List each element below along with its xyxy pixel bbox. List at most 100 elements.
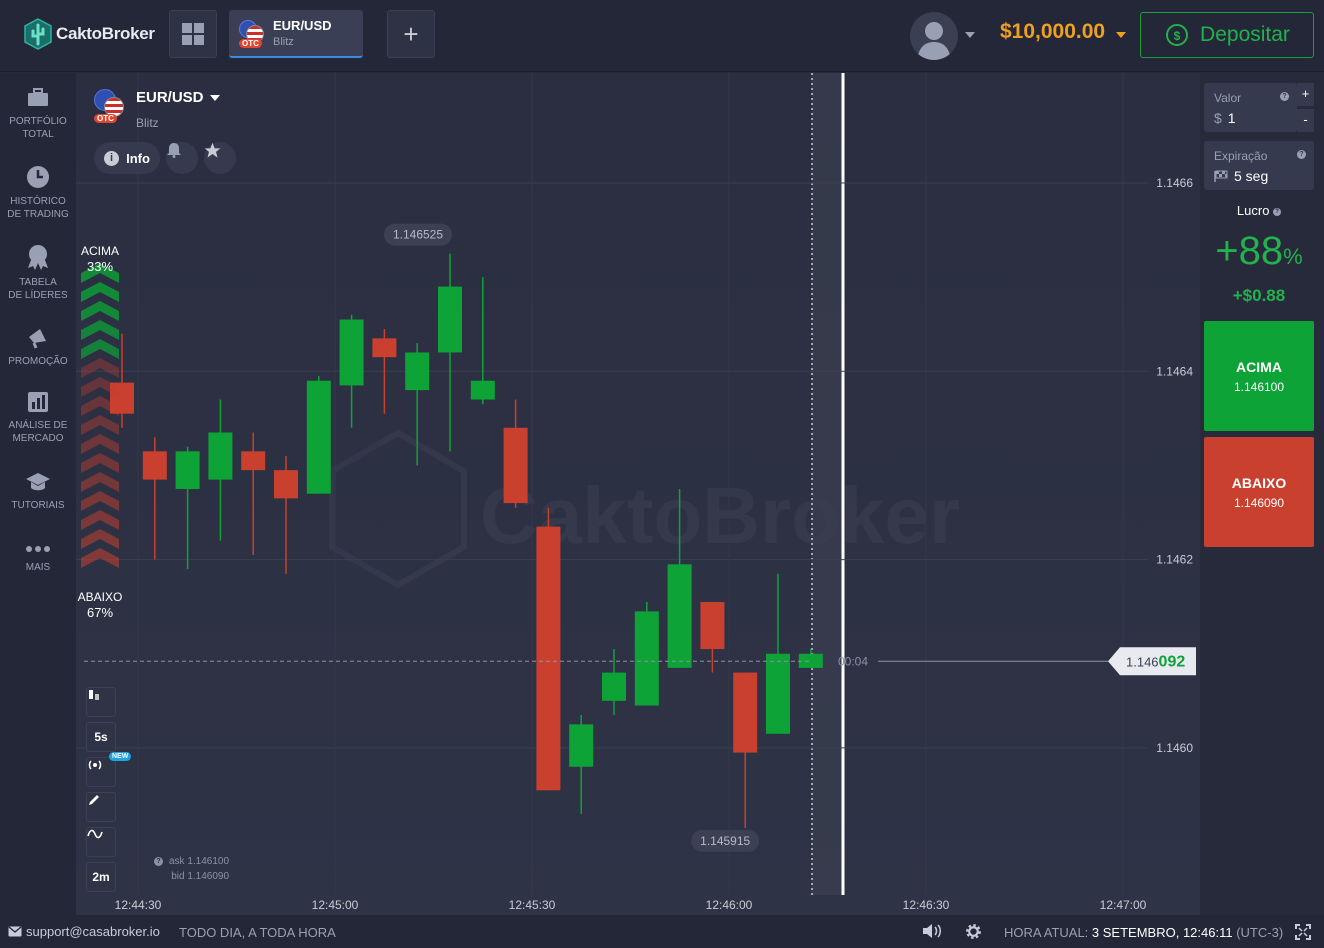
sentiment-up: ACIMA 33% [76, 243, 124, 275]
candle-body [142, 451, 167, 480]
amount-input-value[interactable]: 1 [1228, 110, 1236, 126]
profile-chevron-down-icon[interactable] [965, 32, 975, 38]
sentiment-up-label: ACIMA [80, 244, 119, 258]
sidebar-item-promotion[interactable]: PROMOÇÃO [0, 325, 76, 368]
x-tick-label: 12:45:00 [312, 898, 359, 912]
profit-help-icon[interactable]: ? [1273, 208, 1282, 216]
sidebar-item-leaderboard[interactable]: TABELA DE LÍDERES [0, 244, 76, 302]
alert-button[interactable] [166, 142, 198, 174]
drawing-tools-button[interactable] [86, 792, 116, 822]
sidebar-item-label: DE LÍDERES [8, 290, 68, 301]
expiry-zone [812, 73, 844, 895]
current-timezone: (UTC-3) [1236, 925, 1284, 940]
expiry-countdown: 00:04 [838, 654, 868, 668]
eurusd-flag-icon: OTC [239, 20, 265, 48]
support-email-link[interactable]: support@casabroker.io [8, 924, 160, 939]
clock-icon [27, 166, 49, 188]
chart-otc-badge: OTC [94, 114, 117, 123]
x-tick-label: 12:45:30 [509, 898, 556, 912]
expiry-help-icon[interactable]: ? [1297, 150, 1306, 159]
plus-icon: + [403, 18, 419, 49]
fullscreen-button[interactable] [1295, 924, 1311, 943]
signals-button[interactable]: NEW [86, 752, 132, 787]
balance-chevron-down-icon[interactable] [1116, 32, 1126, 38]
candlestick-chart[interactable]: CaktoBroker 1.14661.14641.14621.146012:4… [76, 73, 1200, 915]
sidebar-item-more[interactable]: MAIS [0, 543, 76, 574]
x-tick-label: 12:46:00 [706, 898, 753, 912]
profit-label: Lucro [1236, 203, 1270, 218]
y-tick-label: 1.1466 [1156, 176, 1193, 190]
sidebar-item-portfolio[interactable]: PORTFÓLIO TOTAL [0, 87, 76, 141]
add-asset-button[interactable]: + [387, 10, 435, 58]
account-balance[interactable]: $10,000.00 [1000, 20, 1105, 44]
avatar[interactable] [910, 12, 958, 60]
fullscreen-icon [1295, 924, 1311, 940]
favorite-button[interactable] [204, 142, 236, 174]
amount-label: Valor [1214, 91, 1242, 105]
deposit-button[interactable]: $ Depositar [1140, 12, 1314, 58]
support-email[interactable]: support@casabroker.io [26, 924, 160, 939]
expiry-value-row[interactable]: 5 seg [1214, 168, 1268, 184]
y-tick-label: 1.1460 [1156, 741, 1193, 755]
app-root: CaktoBroker OTC EUR/USD Blitz + $10,000.… [0, 0, 1324, 948]
info-icon: i [104, 150, 120, 166]
sound-toggle[interactable] [922, 923, 942, 942]
sidebar-item-history[interactable]: HISTÓRICO DE TRADING [0, 165, 76, 221]
more-dots-icon [26, 546, 50, 552]
briefcase-icon [28, 88, 48, 106]
price-chart[interactable]: CaktoBroker 1.1466 1.1464 1.1462 1.1460 12:4… [76, 73, 1200, 915]
amount-help-icon[interactable]: ? [1280, 92, 1289, 101]
expiry-value: 5 seg [1234, 168, 1269, 184]
sidebar-item-label: TABELA [19, 277, 57, 288]
amount-value[interactable]: $1 [1214, 110, 1236, 126]
star-icon [204, 142, 221, 158]
amount-decrease-button[interactable]: - [1297, 109, 1314, 132]
asset-tab-eurusd[interactable]: OTC EUR/USD Blitz [229, 10, 363, 58]
expiry-label: Expiração [1214, 149, 1268, 163]
current-time-value: 3 SETEMBRO, 12:46:11 [1091, 925, 1233, 940]
user-silhouette-icon [917, 22, 951, 60]
cactus-logo-icon [24, 18, 52, 50]
help-icon[interactable]: ? [154, 857, 163, 866]
amount-field[interactable]: Valor ? $1 [1204, 83, 1297, 132]
brand-logo[interactable]: CaktoBroker [24, 18, 155, 50]
chart-type-button[interactable] [86, 687, 116, 717]
chart-pair-chevron-down-icon[interactable] [209, 94, 220, 101]
indicators-button[interactable] [86, 827, 116, 857]
up-button-label: ACIMA [1236, 358, 1282, 375]
candle-body [536, 526, 561, 791]
x-tick-label: 12:46:30 [903, 898, 950, 912]
candle-body [306, 380, 331, 494]
deposit-label: Depositar [1200, 23, 1290, 46]
y-tick-label: 1.1464 [1156, 364, 1193, 378]
amount-increase-button[interactable]: + [1297, 83, 1314, 106]
down-button-price: 1.146090 [1233, 495, 1285, 510]
sentiment-down-pct: 67% [86, 605, 114, 620]
sidebar-item-label: ANÁLISE DE [8, 420, 68, 431]
current-time-label: HORA ATUAL: [1004, 925, 1089, 940]
low-price-label: 1.145915 [700, 834, 750, 848]
buy-up-button[interactable]: ACIMA 1.146100 [1204, 321, 1314, 431]
candle-body [241, 451, 266, 471]
finish-flag-icon [1214, 170, 1228, 182]
settings-button[interactable] [965, 923, 982, 943]
profit-header: Lucro ? [1204, 203, 1314, 218]
email-icon [8, 926, 22, 937]
zoom-button[interactable]: 2m [86, 862, 116, 892]
asset-grid-button[interactable] [169, 10, 217, 58]
info-button[interactable]: i Info [94, 142, 160, 174]
expiry-field[interactable]: Expiração ? 5 seg [1204, 141, 1314, 190]
profit-amount: +$0.88 [1232, 286, 1286, 305]
bid-quote: bid 1.146090 [171, 871, 230, 882]
chart-asset-header[interactable]: OTC EUR/USD Blitz [94, 89, 220, 130]
current-time: HORA ATUAL: 3 SETEMBRO, 12:46:11 (UTC-3) [1004, 925, 1283, 940]
sell-down-button[interactable]: ABAIXO 1.146090 [1204, 437, 1314, 547]
timeframe-button[interactable]: 5s [86, 722, 116, 752]
sidebar-item-market-analysis[interactable]: ANÁLISE DE MERCADO [0, 391, 76, 445]
candle-body [470, 380, 495, 400]
info-label: Info [126, 150, 150, 166]
asset-tab-mode: Blitz [273, 36, 294, 48]
candle [306, 376, 331, 494]
sidebar-item-tutorials[interactable]: TUTORIAIS [0, 471, 76, 512]
candle-body [405, 352, 430, 391]
